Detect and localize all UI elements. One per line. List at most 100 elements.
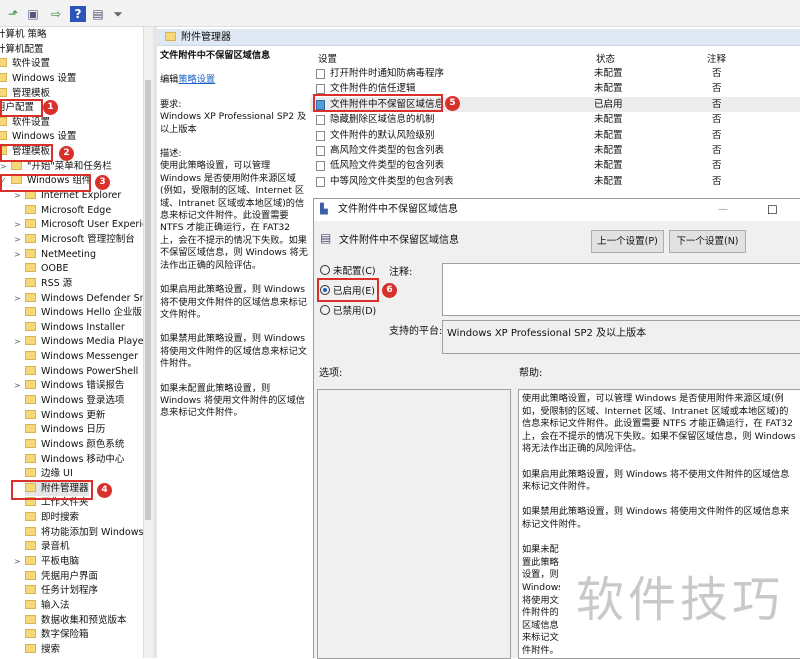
tree-item[interactable]: 将功能添加到 Windows 1 — [25, 526, 143, 540]
chevron-right-icon[interactable]: > — [14, 220, 21, 229]
comment-textarea[interactable] — [442, 263, 800, 316]
tree-item[interactable]: OOBE — [25, 262, 68, 276]
tree-item[interactable]: Windows 设置 — [0, 130, 76, 144]
options-label: 选项: — [319, 368, 343, 379]
chevron-right-icon[interactable]: > — [14, 381, 21, 390]
chevron-right-icon[interactable]: > — [14, 191, 21, 200]
up-folder-icon[interactable]: ⬏ — [5, 6, 21, 22]
folder-icon — [25, 277, 36, 287]
tree-item[interactable]: 计算机 策略 — [0, 28, 47, 42]
tree-scrollbar-thumb[interactable] — [145, 80, 151, 520]
minimize-icon[interactable]: — — [718, 199, 728, 221]
tree-item[interactable]: Windows 错误报告 — [25, 379, 124, 393]
annotation-box-4 — [11, 480, 93, 500]
maximize-icon[interactable]: ☐ — [767, 199, 778, 221]
desc-p1: 使用此策略设置，可以管理 Windows 是否使用附件来源区域(例如，受限制的区… — [160, 160, 308, 271]
folder-icon — [25, 585, 36, 595]
list-row[interactable]: 隐藏删除区域信息的机制 未配置 否 — [310, 112, 800, 127]
next-setting-button[interactable]: 下一个设置(N) — [669, 230, 746, 253]
tree-item[interactable]: Windows 更新 — [25, 409, 105, 423]
folder-icon — [25, 351, 36, 361]
tree-item[interactable]: Windows 设置 — [0, 72, 76, 86]
annotation-badge-1: 1 — [43, 100, 58, 115]
tree-item[interactable]: 平板电脑 — [25, 555, 79, 569]
tree-item-label: OOBE — [41, 263, 69, 275]
col-header-setting[interactable]: 设置 — [318, 51, 337, 65]
list-row[interactable]: 低风险文件类型的包含列表 未配置 否 — [310, 158, 800, 173]
folder-icon — [25, 263, 36, 273]
chevron-right-icon[interactable]: > — [14, 337, 21, 346]
edit-prefix: 编辑 — [160, 74, 179, 86]
tree-item[interactable]: Windows Defender Sma — [25, 292, 143, 306]
tree-item[interactable]: 软件设置 — [0, 116, 50, 130]
help-icon[interactable]: ? — [70, 6, 86, 22]
tree-item[interactable]: Windows Hello 企业版 — [25, 306, 142, 320]
col-header-comment[interactable]: 注释 — [707, 51, 726, 65]
annotation-badge-5: 5 — [445, 96, 460, 111]
help-p3: 如果禁用此策略设置，则 Windows 将使用文件附件的区域信息来标记文件附件。 — [522, 506, 790, 530]
tree-item[interactable]: 软件设置 — [0, 57, 50, 71]
tree-item[interactable]: Microsoft 管理控制台 — [25, 233, 135, 247]
desc-p3: 如果禁用此策略设置，则 Windows 将使用文件附件的区域信息来标记文件附件。 — [160, 333, 307, 370]
row-comment: 否 — [712, 129, 722, 141]
pane-splitter[interactable] — [153, 27, 157, 658]
tree-item[interactable]: Windows 颜色系统 — [25, 438, 124, 452]
folder-icon — [25, 233, 36, 243]
tree-item[interactable]: Windows Media Player — [25, 335, 143, 349]
chevron-right-icon[interactable]: > — [14, 235, 21, 244]
policy-icon — [316, 176, 325, 187]
tree-item[interactable]: 搜索 — [25, 643, 60, 657]
properties-icon[interactable]: ▤ — [90, 6, 106, 22]
row-name: 低风险文件类型的包含列表 — [330, 160, 445, 172]
dialog-title: 文件附件中不保留区域信息 — [338, 204, 458, 215]
radio-not-configured[interactable]: 未配置(C) — [320, 265, 376, 278]
folder-icon — [25, 321, 36, 331]
row-state: 未配置 — [594, 68, 623, 79]
chevron-right-icon[interactable]: > — [14, 250, 21, 259]
radio-disabled[interactable]: 已禁用(D) — [320, 305, 376, 318]
tree-item[interactable]: Windows 登录选项 — [25, 394, 124, 408]
folder-icon — [25, 292, 36, 302]
tree-item[interactable]: Microsoft User Experier — [25, 218, 143, 232]
edit-policy-link[interactable]: 策略设置 — [178, 74, 215, 85]
tree-item[interactable]: 计算机配置 — [0, 43, 44, 57]
tree-item[interactable]: RSS 源 — [25, 277, 72, 291]
folder-icon — [25, 380, 36, 390]
tree-pane: 计算机 策略 计算机配置 软件设置 Windows 设置 管理模板 用户配置 软件设置 Win… — [0, 27, 143, 658]
export-icon[interactable]: ⇨ — [48, 6, 64, 22]
setting-icon: ▤ — [320, 231, 332, 245]
help-p1: 使用此策略设置，可以管理 Windows 是否使用附件来源区域(例如，受限制的区… — [522, 393, 796, 455]
list-row[interactable]: 高风险文件类型的包含列表 未配置 否 — [310, 143, 800, 158]
tree-item[interactable]: 数字保险箱 — [25, 628, 89, 642]
tree-item[interactable]: 输入法 — [25, 599, 70, 613]
row-name: 文件附件的默认风险级别 — [330, 129, 435, 141]
prev-setting-button[interactable]: 上一个设置(P) — [591, 230, 664, 253]
tree-item[interactable]: 即时搜索 — [25, 511, 79, 525]
tree-item[interactable]: 凭据用户界面 — [25, 570, 98, 584]
policy-icon — [316, 69, 325, 79]
annotation-badge-2: 2 — [59, 146, 74, 161]
tree-item[interactable]: Microsoft Edge — [25, 204, 111, 218]
col-header-state[interactable]: 状态 — [596, 51, 615, 65]
chevron-right-icon[interactable]: > — [0, 162, 7, 171]
list-row[interactable]: 打开附件时通知防病毒程序 未配置 否 — [310, 66, 800, 81]
tree-item[interactable]: 数据收集和预览版本 — [25, 614, 127, 628]
desc-title: 文件附件中不保留区域信息 — [160, 50, 271, 61]
chevron-right-icon[interactable]: > — [14, 294, 21, 303]
filter-icon[interactable]: ⏷ — [110, 6, 126, 22]
tree-item[interactable]: Windows Installer — [25, 321, 125, 335]
list-row[interactable]: 文件附件的默认风险级别 未配置 否 — [310, 128, 800, 143]
tree-item[interactable]: NetMeeting — [25, 248, 96, 262]
chevron-right-icon[interactable]: > — [14, 557, 21, 566]
row-comment: 否 — [712, 68, 722, 79]
tree-item[interactable]: Windows 日历 — [25, 423, 105, 437]
desc-p2: 如果启用此策略设置，则 Windows 将不使用文件附件的区域信息来标记文件附件… — [160, 284, 307, 320]
tree-item[interactable]: 任务计划程序 — [25, 584, 98, 598]
tree-item[interactable]: Windows 移动中心 — [25, 453, 124, 467]
tree-item[interactable]: 录音机 — [25, 540, 70, 554]
tree-item-label: 软件设置 — [12, 116, 51, 128]
show-hide-tree-icon[interactable]: ▣ — [25, 6, 41, 22]
tree-item[interactable]: Windows Messenger — [25, 350, 138, 364]
tree-item[interactable]: Windows PowerShell — [25, 365, 138, 379]
list-row[interactable]: 中等风险文件类型的包含列表 未配置 否 — [310, 174, 800, 189]
